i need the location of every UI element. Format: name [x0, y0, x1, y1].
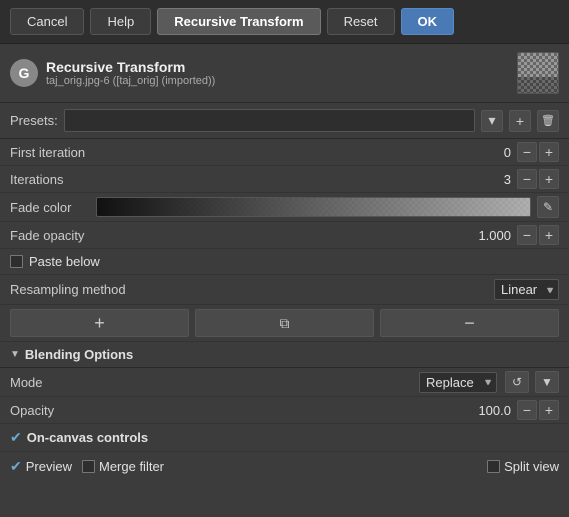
fade-opacity-value: 1.000	[478, 228, 511, 243]
resampling-row: Resampling method Linear Cubic None ▼	[0, 275, 569, 305]
resampling-label: Resampling method	[10, 282, 494, 297]
plugin-icon: G	[10, 59, 38, 87]
presets-remove-btn[interactable]: 🗑	[537, 110, 559, 132]
merge-filter-wrap: Merge filter	[82, 459, 164, 474]
presets-select[interactable]	[64, 109, 475, 132]
presets-add-btn[interactable]: +	[509, 110, 531, 132]
iterations-minus[interactable]: −	[517, 169, 537, 189]
fade-opacity-plus[interactable]: +	[539, 225, 559, 245]
split-view-checkbox[interactable]	[487, 460, 500, 473]
fade-color-label: Fade color	[10, 200, 90, 215]
presets-row: Presets: ▾ + 🗑	[0, 103, 569, 139]
plugin-header: G Recursive Transform taj_orig.jpg-6 ([t…	[0, 44, 569, 103]
fade-color-gradient[interactable]	[96, 197, 531, 217]
header-info: Recursive Transform taj_orig.jpg-6 ([taj…	[46, 59, 509, 87]
resampling-select-wrap: Linear Cubic None ▼	[494, 279, 559, 300]
split-view-wrap: Split view	[487, 459, 559, 474]
first-iteration-label: First iteration	[10, 145, 120, 160]
paste-below-label: Paste below	[29, 254, 100, 269]
mode-select[interactable]: Replace Normal Multiply	[419, 372, 497, 393]
plugin-title: Recursive Transform	[46, 59, 509, 75]
blending-collapse-icon: ▼	[10, 349, 20, 360]
oncanvas-checkmark: ✔	[10, 429, 22, 446]
split-view-label: Split view	[504, 459, 559, 474]
mode-select-wrap: Replace Normal Multiply ▼	[419, 372, 497, 393]
presets-label: Presets:	[10, 113, 58, 128]
fade-opacity-minus[interactable]: −	[517, 225, 537, 245]
mode-extra-btn[interactable]: ▼	[535, 371, 559, 393]
opacity-plus[interactable]: +	[539, 400, 559, 420]
source-thumbnail	[517, 52, 559, 94]
fade-opacity-label: Fade opacity	[10, 228, 120, 243]
fade-opacity-row: Fade opacity 1.000 − +	[0, 222, 569, 249]
merge-filter-checkbox[interactable]	[82, 460, 95, 473]
opacity-label: Opacity	[10, 403, 120, 418]
opacity-value: 100.0	[478, 403, 511, 418]
mode-label: Mode	[10, 375, 415, 390]
paste-below-checkbox[interactable]	[10, 255, 23, 268]
help-button[interactable]: Help	[90, 8, 151, 35]
transform-copy-btn[interactable]: ⧉	[195, 309, 374, 337]
recursive-transform-button[interactable]: Recursive Transform	[157, 8, 320, 35]
mode-row: Mode Replace Normal Multiply ▼ ↺ ▼	[0, 368, 569, 397]
merge-filter-label: Merge filter	[99, 459, 164, 474]
preview-checkmark: ✔	[10, 458, 22, 475]
oncanvas-label: On-canvas controls	[27, 430, 148, 445]
first-iteration-row: First iteration 0 − +	[0, 139, 569, 166]
blending-options-header[interactable]: ▼ Blending Options	[0, 342, 569, 368]
iterations-row: Iterations 3 − +	[0, 166, 569, 193]
fade-color-edit-btn[interactable]: ✎	[537, 196, 559, 218]
opacity-row: Opacity 100.0 − +	[0, 397, 569, 424]
oncanvas-row: ✔ On-canvas controls	[0, 424, 569, 452]
transform-remove-btn[interactable]: −	[380, 309, 559, 337]
mode-reset-btn[interactable]: ↺	[505, 371, 529, 393]
iterations-label: Iterations	[10, 172, 120, 187]
presets-dropdown-btn[interactable]: ▾	[481, 110, 503, 132]
first-iteration-minus[interactable]: −	[517, 142, 537, 162]
preview-row: ✔ Preview Merge filter Split view	[0, 452, 569, 481]
transform-add-btn[interactable]: +	[10, 309, 189, 337]
iterations-plus[interactable]: +	[539, 169, 559, 189]
toolbar: Cancel Help Recursive Transform Reset OK	[0, 0, 569, 44]
plugin-subtitle: taj_orig.jpg-6 ([taj_orig] (imported))	[46, 75, 509, 87]
resampling-select[interactable]: Linear Cubic None	[494, 279, 559, 300]
first-iteration-value: 0	[504, 145, 511, 160]
preview-label: Preview	[26, 459, 72, 474]
opacity-minus[interactable]: −	[517, 400, 537, 420]
transform-buttons-row: + ⧉ −	[0, 305, 569, 342]
ok-button[interactable]: OK	[401, 8, 455, 35]
paste-below-row: Paste below	[0, 249, 569, 275]
iterations-value: 3	[504, 172, 511, 187]
reset-button[interactable]: Reset	[327, 8, 395, 35]
cancel-button[interactable]: Cancel	[10, 8, 84, 35]
preview-check-wrap: ✔ Preview	[10, 458, 72, 475]
first-iteration-plus[interactable]: +	[539, 142, 559, 162]
blending-options-title: Blending Options	[25, 347, 133, 362]
fade-color-row: Fade color ✎	[0, 193, 569, 222]
